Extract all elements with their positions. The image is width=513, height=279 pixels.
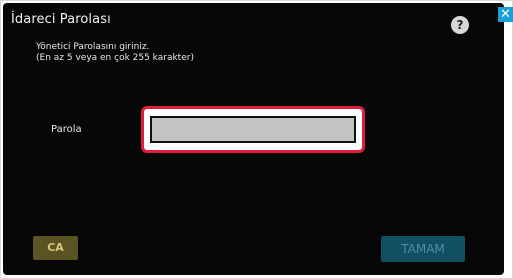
admin-password-dialog: İdareci Parolası ? Yönetici Parolasını g… — [3, 3, 504, 275]
close-icon[interactable]: ✕ — [498, 7, 513, 22]
dialog-title: İdareci Parolası — [11, 12, 111, 27]
ok-button[interactable]: TAMAM — [381, 236, 465, 262]
password-label: Parola — [51, 124, 82, 135]
clear-all-button[interactable]: CA — [33, 236, 78, 260]
password-input[interactable] — [149, 115, 357, 144]
instruction-text: Yönetici Parolasını giriniz. (En az 5 ve… — [36, 42, 194, 64]
instruction-line-2: (En az 5 veya en çok 255 karakter) — [36, 53, 194, 63]
instruction-line-1: Yönetici Parolasını giriniz. — [36, 42, 150, 52]
help-icon[interactable]: ? — [451, 16, 469, 34]
password-field-highlight — [141, 106, 365, 153]
screen-frame: İdareci Parolası ? Yönetici Parolasını g… — [0, 0, 513, 279]
